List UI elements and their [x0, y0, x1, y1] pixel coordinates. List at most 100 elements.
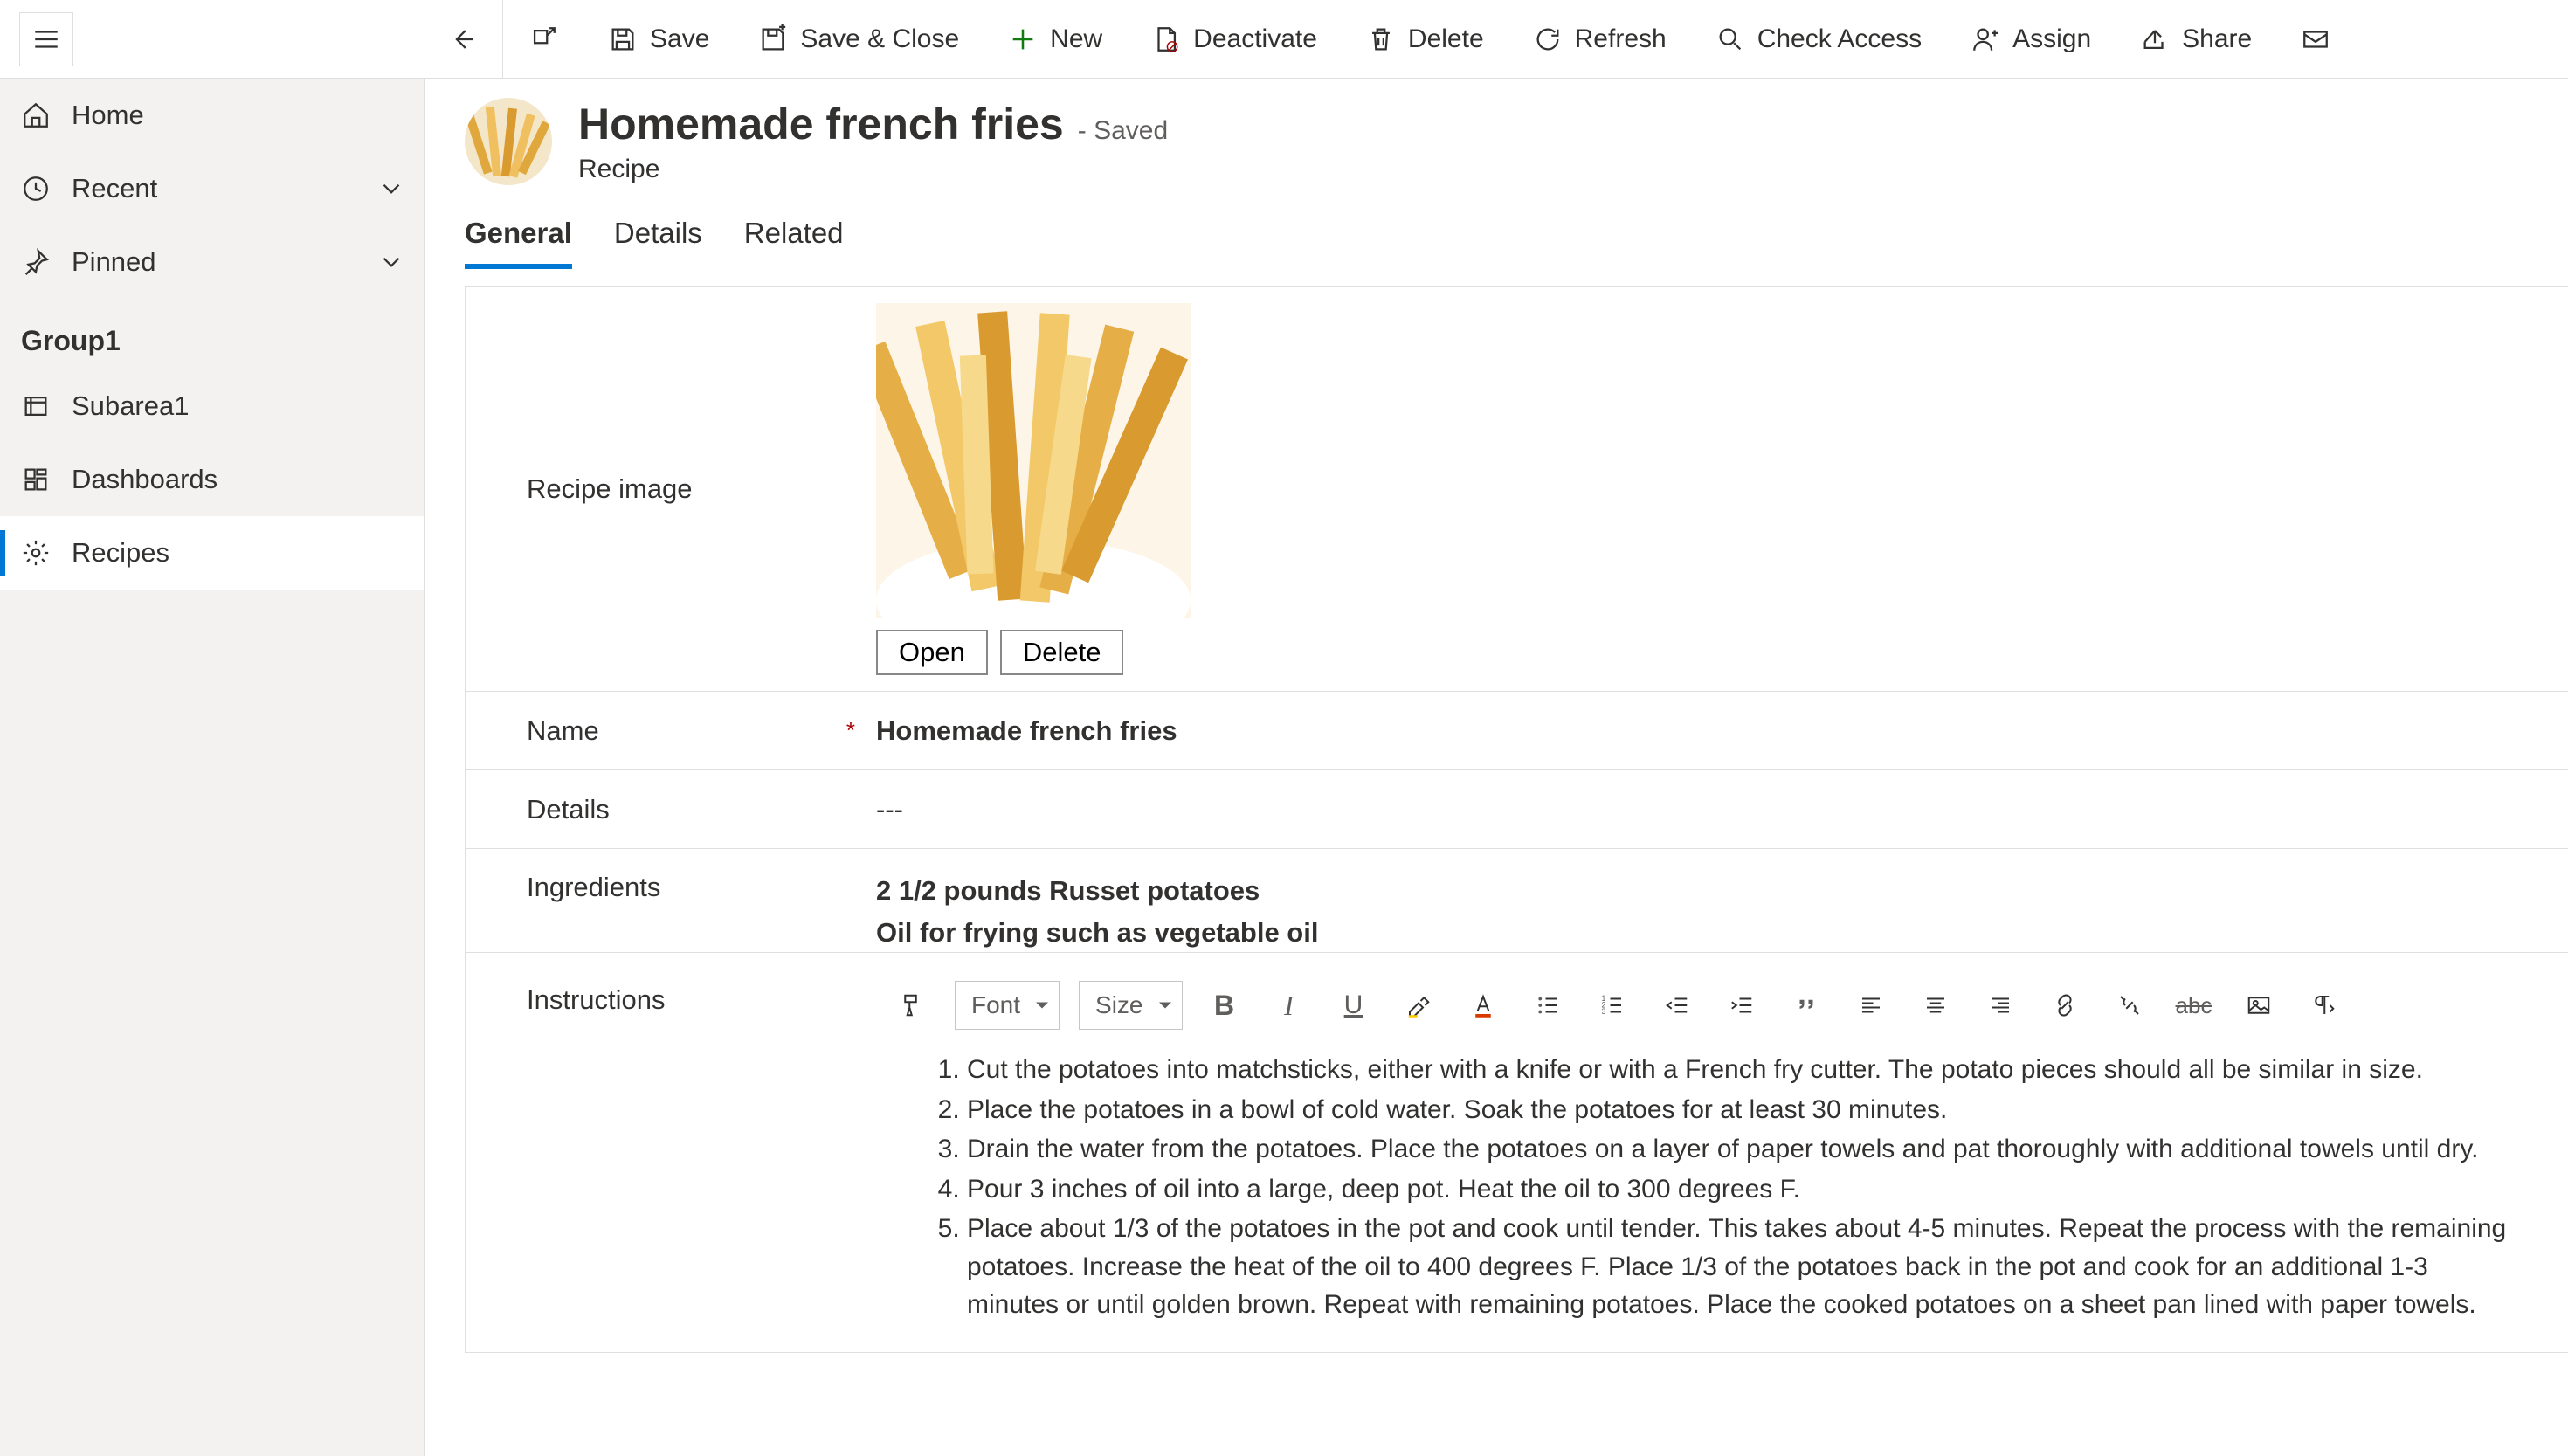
plus-icon — [1008, 24, 1038, 54]
assign-icon — [1971, 24, 2000, 54]
save-label: Save — [650, 24, 709, 54]
number-list-button[interactable]: 123 — [1581, 981, 1644, 1030]
save-button[interactable]: Save — [583, 0, 734, 79]
back-button[interactable] — [423, 0, 503, 79]
image-delete-button[interactable]: Delete — [1000, 630, 1124, 675]
popout-icon — [528, 24, 558, 54]
email-link-button[interactable] — [2276, 0, 2336, 79]
nav-recipes[interactable]: Recipes — [0, 516, 424, 590]
form-body: Recipe image — [465, 286, 2568, 1353]
instruction-item: Place about 1/3 of the potatoes in the p… — [967, 1210, 2516, 1324]
ingredients-input[interactable]: 2 1/2 pounds Russet potatoes Oil for fry… — [876, 872, 2542, 952]
nav-home[interactable]: Home — [0, 79, 424, 152]
nav-recent[interactable]: Recent — [0, 152, 424, 225]
deactivate-icon — [1151, 24, 1181, 54]
instructions-editor[interactable]: Cut the potatoes into matchsticks, eithe… — [876, 1042, 2542, 1352]
nav-pinned-label: Pinned — [72, 246, 156, 278]
underline-icon: U — [1344, 990, 1363, 1020]
link-button[interactable] — [2033, 981, 2096, 1030]
strikethrough-button[interactable]: abc — [2163, 981, 2226, 1030]
bullet-list-button[interactable] — [1516, 981, 1579, 1030]
save-close-label: Save & Close — [800, 24, 959, 54]
chevron-down-icon — [376, 247, 406, 277]
share-button[interactable]: Share — [2116, 0, 2276, 79]
bold-button[interactable]: B — [1193, 981, 1256, 1030]
size-select[interactable]: Size — [1079, 981, 1182, 1030]
hamburger-button[interactable] — [19, 12, 73, 66]
name-input[interactable]: Homemade french fries — [876, 707, 2542, 754]
share-label: Share — [2182, 24, 2252, 54]
tab-general[interactable]: General — [465, 217, 572, 269]
page-title: Homemade french fries — [578, 99, 1064, 149]
deactivate-label: Deactivate — [1193, 24, 1317, 54]
font-color-button[interactable] — [1452, 981, 1515, 1030]
number-list-icon: 123 — [1599, 992, 1626, 1018]
record-avatar[interactable] — [465, 98, 552, 185]
refresh-button[interactable]: Refresh — [1508, 0, 1691, 79]
align-left-icon — [1858, 992, 1884, 1018]
clock-icon — [21, 174, 51, 204]
tab-details[interactable]: Details — [614, 217, 702, 269]
field-row-recipe-image: Recipe image — [466, 287, 2568, 692]
recipe-image[interactable] — [876, 303, 1191, 618]
ingredient-line: Oil for frying such as vegetable oil — [876, 912, 2542, 952]
font-select[interactable]: Font — [955, 981, 1060, 1030]
bold-icon: B — [1214, 990, 1234, 1022]
details-input[interactable]: --- — [876, 786, 2542, 832]
italic-icon: I — [1284, 990, 1294, 1022]
field-label-recipe-image: Recipe image — [527, 473, 876, 505]
form-header: Homemade french fries - Saved Recipe — [425, 98, 2568, 201]
nav-group-header: Group1 — [0, 299, 424, 369]
strike-icon: abc — [2176, 992, 2212, 1019]
align-left-button[interactable] — [1840, 981, 1902, 1030]
align-right-button[interactable] — [1969, 981, 2032, 1030]
svg-text:3: 3 — [1601, 1007, 1605, 1016]
tab-related[interactable]: Related — [744, 217, 844, 269]
italic-button[interactable]: I — [1258, 981, 1321, 1030]
nav-dashboards[interactable]: Dashboards — [0, 443, 424, 516]
image-button[interactable] — [2227, 981, 2290, 1030]
field-row-ingredients: Ingredients 2 1/2 pounds Russet potatoes… — [466, 849, 2568, 953]
assign-button[interactable]: Assign — [1946, 0, 2116, 79]
share-icon — [2140, 24, 2170, 54]
instruction-item: Drain the water from the potatoes. Place… — [967, 1130, 2516, 1169]
gear-icon — [21, 538, 51, 568]
new-button[interactable]: New — [984, 0, 1127, 79]
ltr-button[interactable] — [2292, 981, 2355, 1030]
indent-button[interactable] — [1710, 981, 1773, 1030]
chevron-down-icon — [376, 174, 406, 204]
fries-image-icon — [876, 303, 1191, 618]
home-icon — [21, 100, 51, 130]
nav-home-label: Home — [72, 100, 144, 131]
nav-recent-label: Recent — [72, 173, 157, 204]
instruction-item: Pour 3 inches of oil into a large, deep … — [967, 1170, 2516, 1209]
nav-pinned[interactable]: Pinned — [0, 225, 424, 299]
save-close-button[interactable]: Save & Close — [734, 0, 984, 79]
highlight-button[interactable] — [1387, 981, 1450, 1030]
indent-icon — [1729, 992, 1755, 1018]
align-center-icon — [1923, 992, 1949, 1018]
field-label-name: Name — [527, 715, 599, 747]
rte-toolbar: Font Size B I U — [876, 969, 2542, 1042]
check-access-label: Check Access — [1757, 24, 1922, 54]
format-painter-button[interactable] — [881, 981, 944, 1030]
unlink-icon — [2116, 992, 2143, 1018]
unlink-button[interactable] — [2098, 981, 2161, 1030]
check-access-button[interactable]: Check Access — [1691, 0, 1946, 79]
delete-button[interactable]: Delete — [1342, 0, 1508, 79]
refresh-label: Refresh — [1575, 24, 1667, 54]
deactivate-button[interactable]: Deactivate — [1127, 0, 1342, 79]
field-row-name: Name * Homemade french fries — [466, 692, 2568, 770]
instruction-item: Place the potatoes in a bowl of cold wat… — [967, 1091, 2516, 1129]
field-row-instructions: Instructions Font Size B I U — [466, 953, 2568, 1352]
required-indicator: * — [846, 717, 855, 744]
field-label-ingredients: Ingredients — [527, 872, 876, 903]
delete-label: Delete — [1408, 24, 1484, 54]
align-center-button[interactable] — [1904, 981, 1967, 1030]
outdent-button[interactable] — [1646, 981, 1709, 1030]
nav-subarea1[interactable]: Subarea1 — [0, 369, 424, 443]
quote-button[interactable] — [1775, 981, 1838, 1030]
open-new-window-button[interactable] — [503, 0, 583, 79]
image-open-button[interactable]: Open — [876, 630, 988, 675]
underline-button[interactable]: U — [1322, 981, 1385, 1030]
